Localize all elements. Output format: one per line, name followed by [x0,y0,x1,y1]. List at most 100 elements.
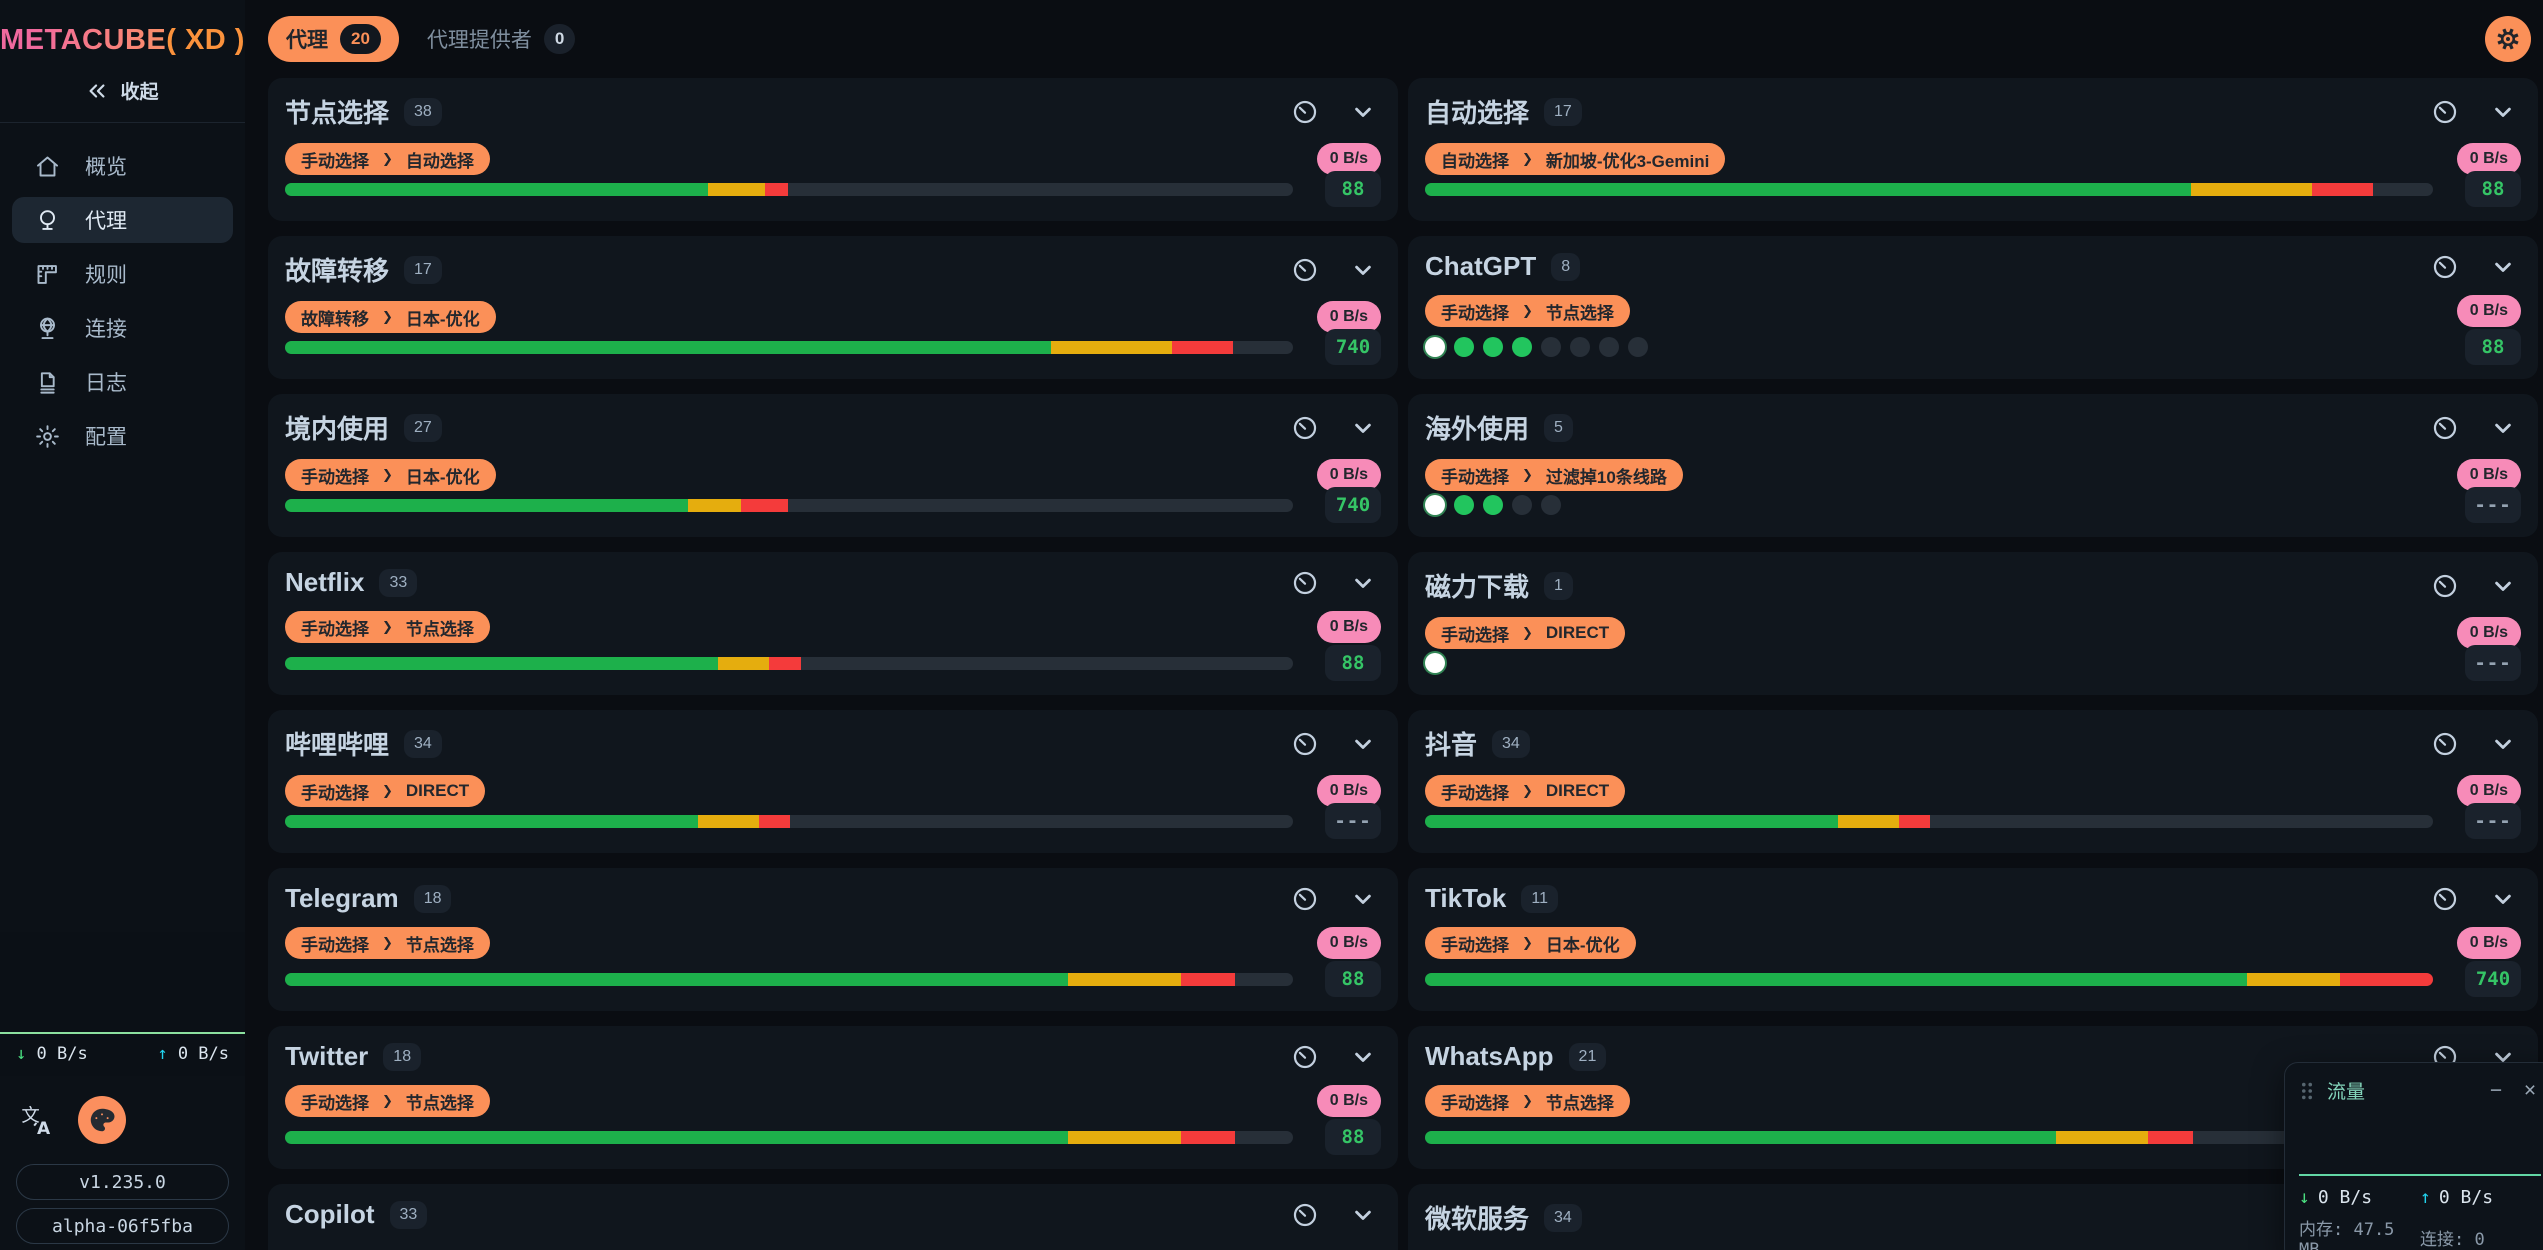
tab-proxy-providers[interactable]: 代理提供者 0 [409,16,593,62]
speedtest-icon[interactable] [2431,885,2459,913]
chevron-right-icon: ❯ [382,467,393,483]
sidebar-item-代理[interactable]: 代理 [12,197,233,243]
tab-proxy-providers-label: 代理提供者 [427,24,532,54]
app-logo: METACUBE( XD ) [0,24,245,57]
sidebar-tools: 文A [0,1076,245,1156]
group-speed-badge: 0 B/s [1317,1085,1381,1117]
chevron-down-icon[interactable] [2489,253,2517,281]
group-title: Telegram [285,883,399,914]
group-title: 抖音 [1425,725,1477,762]
theme-palette-button[interactable] [78,1096,126,1144]
node-dots [1425,653,2465,673]
language-icon[interactable]: 文A [20,1103,54,1137]
chevron-down-icon[interactable] [1349,98,1377,126]
chevron-down-icon[interactable] [1349,730,1377,758]
group-title: 微软服务 [1425,1199,1529,1236]
selected-node-label: 过滤掉10条线路 [1546,463,1667,488]
selected-node-label: 日本-优化 [1546,931,1620,956]
traffic-panel-close-button[interactable]: × [2519,1080,2541,1101]
chevron-down-icon[interactable] [1349,569,1377,597]
speedtest-icon[interactable] [1291,1043,1319,1071]
group-title: 海外使用 [1425,409,1529,446]
chevron-right-icon: ❯ [1522,1093,1533,1109]
tab-proxy-providers-count: 0 [544,24,575,54]
home-icon [34,153,61,180]
group-speed-badge: 0 B/s [2457,295,2521,327]
group-node-count: 17 [404,256,442,284]
speedtest-icon[interactable] [2431,572,2459,600]
drag-handle-icon[interactable] [2299,1082,2315,1100]
speedtest-icon[interactable] [2431,730,2459,758]
group-latency: --- [2465,645,2521,681]
upload-arrow-icon: ↑ [157,1044,167,1064]
selected-node-badge[interactable]: 手动选择 ❯ 节点选择 [285,611,490,643]
speedtest-icon[interactable] [1291,885,1319,913]
speedtest-icon[interactable] [1291,98,1319,126]
group-type-label: 手动选择 [1441,931,1509,956]
selected-node-badge[interactable]: 手动选择 ❯ 节点选择 [285,927,490,959]
chevron-down-icon[interactable] [2489,572,2517,600]
speedtest-icon[interactable] [1291,414,1319,442]
group-title: 节点选择 [285,93,389,130]
chevron-down-icon[interactable] [2489,414,2517,442]
chevron-right-icon: ❯ [382,151,393,167]
chevron-down-icon[interactable] [1349,1043,1377,1071]
chevron-down-icon[interactable] [1349,414,1377,442]
sidebar-item-规则[interactable]: 规则 [12,251,233,297]
group-title: ChatGPT [1425,251,1536,282]
chevron-down-icon[interactable] [1349,256,1377,284]
selected-node-badge[interactable]: 手动选择 ❯ 节点选择 [1425,1085,1630,1117]
group-type-label: 手动选择 [1441,463,1509,488]
connections-count: 连接: 0 [2420,1215,2541,1250]
proxy-groups-grid: 节点选择 38 手动选择 ❯ 自动选择 0 B/s 88 自动选择 [268,78,2538,1250]
proxy-group-card: Copilot 33 [268,1184,1398,1250]
collapse-label: 收起 [120,77,158,104]
group-node-count: 18 [383,1043,421,1071]
group-node-count: 1 [1544,572,1573,600]
chevron-down-icon[interactable] [2489,98,2517,126]
chevron-right-icon: ❯ [1522,625,1533,641]
sidebar-item-配置[interactable]: 配置 [12,413,233,459]
chevron-right-icon: ❯ [382,1093,393,1109]
speedtest-icon[interactable] [1291,569,1319,597]
chevron-down-icon[interactable] [1349,1201,1377,1229]
group-latency: 88 [2465,329,2521,365]
group-speed-badge: 0 B/s [2457,927,2521,959]
tab-proxies-label: 代理 [286,24,328,54]
sidebar-item-连接[interactable]: 连接 [12,305,233,351]
sidebar-divider [0,122,245,123]
panel-upload-speed: ↑0 B/s [2420,1187,2541,1208]
chevron-right-icon: ❯ [1522,783,1533,799]
panel-download-speed: ↓0 B/s [2299,1187,2420,1208]
sidebar-item-概览[interactable]: 概览 [12,143,233,189]
speedtest-icon[interactable] [1291,256,1319,284]
chevron-down-icon[interactable] [2489,730,2517,758]
tab-proxies[interactable]: 代理 20 [268,16,399,62]
traffic-panel-minimize-button[interactable]: − [2485,1080,2507,1101]
speedtest-icon[interactable] [1291,1201,1319,1229]
chevron-down-icon[interactable] [2489,885,2517,913]
sidebar-nav: 概览代理规则连接日志配置 [0,135,245,467]
chevron-down-icon[interactable] [1349,885,1377,913]
sidebar-item-日志[interactable]: 日志 [12,359,233,405]
sidebar-speeds: ↓ 0 B/s ↑ 0 B/s [0,1034,245,1076]
chevron-right-icon: ❯ [382,783,393,799]
group-latency: 88 [2465,171,2521,207]
proxies-settings-button[interactable] [2485,16,2531,62]
proxy-group-card: 节点选择 38 手动选择 ❯ 自动选择 0 B/s 88 [268,78,1398,221]
speedtest-icon[interactable] [1291,730,1319,758]
selected-node-badge[interactable]: 手动选择 ❯ 节点选择 [285,1085,490,1117]
speedtest-icon[interactable] [2431,253,2459,281]
group-title: 境内使用 [285,409,389,446]
node-dot [1541,337,1561,357]
proxy-group-card: Telegram 18 手动选择 ❯ 节点选择 0 B/s 88 [268,868,1398,1011]
sidebar-collapse-button[interactable]: 收起 [0,77,245,104]
sidebar: METACUBE( XD ) 收起 概览代理规则连接日志配置 ↓ 0 B/s ↑… [0,0,245,1250]
latency-distribution-bar [1425,973,2433,986]
selected-node-badge[interactable]: 手动选择 ❯ 节点选择 [1425,295,1630,327]
selected-node-badge[interactable]: 手动选择 ❯ 日本-优化 [1425,927,1636,959]
speedtest-icon[interactable] [2431,98,2459,126]
proxy-group-card: 自动选择 17 自动选择 ❯ 新加坡-优化3-Gemini 0 B/s 88 [1408,78,2538,221]
node-dots [1425,495,2465,515]
speedtest-icon[interactable] [2431,414,2459,442]
